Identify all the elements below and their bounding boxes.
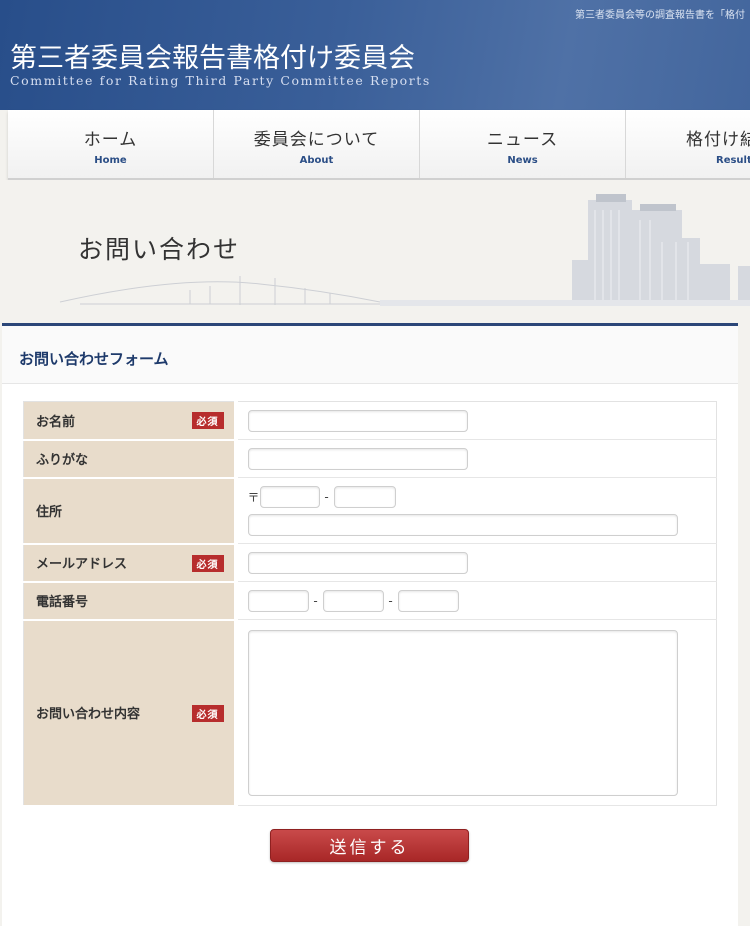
- page-banner: お問い合わせ: [0, 180, 750, 320]
- required-badge: 必須: [191, 554, 224, 572]
- form-row-address: 住所 〒 -: [23, 477, 717, 545]
- submit-button[interactable]: 送信する: [270, 829, 469, 862]
- phone-third-input[interactable]: [397, 589, 459, 612]
- phone-second-input[interactable]: [322, 589, 384, 612]
- nav-label-en: Home: [94, 155, 127, 166]
- main-nav: ホーム Home 委員会について About ニュース News 格付け結 Re…: [8, 110, 750, 180]
- form-heading: お問い合わせフォーム: [2, 326, 738, 384]
- nav-label-jp: 格付け結: [686, 130, 750, 150]
- site-header: 第三者委員会等の調査報告書を「格付 第三者委員会報告書格付け委員会 Commit…: [0, 0, 750, 110]
- field-label-text: 住所: [36, 505, 63, 520]
- nav-label-en: News: [507, 155, 538, 166]
- form-row-furigana: ふりがな: [23, 439, 717, 479]
- header-tagline: 第三者委員会等の調査報告書を「格付: [575, 10, 745, 21]
- field-cell: [235, 619, 717, 806]
- nav-label-jp: ホーム: [83, 130, 138, 150]
- field-label-message: お問い合わせ内容 必須: [23, 619, 238, 807]
- field-cell: [235, 543, 717, 582]
- field-cell: [235, 401, 717, 440]
- field-label-name: お名前 必須: [23, 401, 238, 441]
- contact-form-panel: お問い合わせフォーム お名前 必須 ふりがな 住所 〒 - メールアドレス 必須…: [2, 323, 738, 926]
- field-cell: [235, 439, 717, 478]
- field-label-phone: 電話番号: [23, 581, 238, 621]
- field-label-text: お問い合わせ内容: [36, 707, 141, 722]
- contact-form-table: お名前 必須 ふりがな 住所 〒 - メールアドレス 必須 電話番号 - - お…: [23, 401, 717, 807]
- postal-code-first-input[interactable]: [259, 485, 320, 508]
- nav-label-en: About: [299, 155, 334, 166]
- field-cell: --: [235, 581, 717, 620]
- form-row-phone: 電話番号 --: [23, 581, 717, 621]
- form-row-message: お問い合わせ内容 必須: [23, 619, 717, 807]
- form-row-name: お名前 必須: [23, 401, 717, 441]
- furigana-input[interactable]: [247, 447, 468, 470]
- site-subtitle: Committee for Rating Third Party Committ…: [10, 73, 431, 88]
- postal-mark: 〒: [247, 490, 260, 504]
- postal-code-second-input[interactable]: [333, 485, 396, 508]
- separator: -: [324, 489, 329, 504]
- form-row-email: メールアドレス 必須: [23, 543, 717, 583]
- separator: -: [313, 593, 318, 608]
- nav-item-about[interactable]: 委員会について About: [214, 110, 420, 178]
- field-label-address: 住所: [23, 477, 238, 545]
- field-label-text: お名前: [36, 414, 76, 430]
- field-label-text: メールアドレス: [36, 557, 128, 572]
- field-label-text: ふりがな: [36, 453, 89, 468]
- email-input[interactable]: [247, 551, 468, 574]
- field-label-text: 電話番号: [36, 595, 89, 610]
- required-badge: 必須: [191, 412, 224, 430]
- nav-item-home[interactable]: ホーム Home: [8, 110, 214, 178]
- nav-label-en: Result: [716, 155, 750, 166]
- message-textarea[interactable]: [247, 629, 678, 796]
- nav-label-jp: 委員会について: [253, 130, 380, 150]
- site-title[interactable]: 第三者委員会報告書格付け委員会: [10, 36, 415, 75]
- field-label-email: メールアドレス 必須: [23, 543, 238, 583]
- phone-first-input[interactable]: [247, 589, 309, 612]
- address-input[interactable]: [247, 513, 678, 536]
- nav-item-results[interactable]: 格付け結 Result: [626, 110, 750, 178]
- nav-item-news[interactable]: ニュース News: [420, 110, 626, 178]
- page-title: お問い合わせ: [78, 235, 241, 264]
- required-badge: 必須: [191, 704, 224, 722]
- name-input[interactable]: [247, 409, 468, 432]
- nav-label-jp: ニュース: [486, 130, 559, 150]
- field-label-furigana: ふりがな: [23, 439, 238, 479]
- field-cell: 〒 -: [235, 477, 717, 544]
- separator: -: [388, 593, 393, 608]
